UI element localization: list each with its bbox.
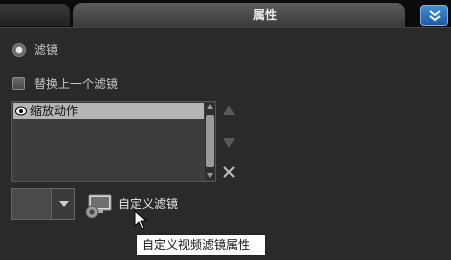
list-item-label: 缩放动作 (30, 104, 79, 118)
filter-radio-label: 滤镜 (34, 43, 59, 57)
tab-bar: 属性 (0, 0, 451, 27)
scroll-down-icon[interactable] (206, 171, 214, 179)
scroll-thumb[interactable] (206, 115, 214, 167)
tooltip-text: 自定义视频滤镜属性 (142, 238, 251, 252)
gear-monitor-icon (85, 194, 112, 219)
chevron-down-icon (59, 201, 69, 207)
close-icon[interactable] (222, 165, 236, 179)
filter-list[interactable]: 缩放动作 (11, 101, 216, 182)
list-scrollbar[interactable] (205, 103, 215, 180)
preset-swatch (12, 189, 52, 219)
scroll-up-icon[interactable] (206, 103, 214, 111)
custom-filter-label: 自定义滤镜 (118, 197, 179, 211)
double-chevron-down-icon (429, 10, 441, 22)
tab-properties[interactable]: 属性 (73, 3, 405, 27)
triangle-up-icon[interactable] (222, 104, 236, 116)
triangle-down-icon[interactable] (222, 137, 236, 149)
replace-filter-label: 替换上一个滤镜 (34, 77, 119, 91)
tooltip: 自定义视频滤镜属性 (136, 234, 266, 256)
filter-preset-dropdown[interactable] (11, 188, 75, 220)
tab-properties-label: 属性 (252, 8, 277, 22)
replace-filter-checkbox[interactable] (12, 77, 25, 90)
collapse-button[interactable] (420, 5, 448, 26)
mouse-cursor-icon (134, 210, 148, 230)
filter-radio[interactable] (12, 43, 26, 57)
eye-icon (15, 106, 27, 116)
list-item[interactable]: 缩放动作 (13, 103, 204, 119)
tab-other[interactable] (0, 4, 70, 26)
